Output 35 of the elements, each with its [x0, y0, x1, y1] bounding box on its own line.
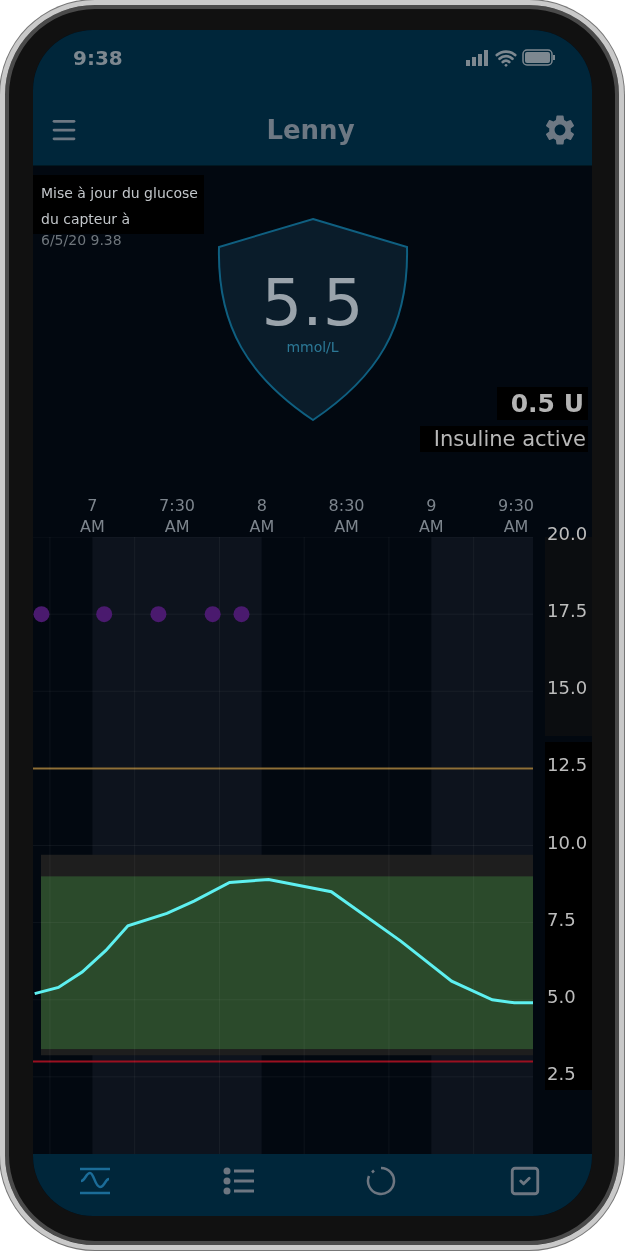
glucose-axis-label: 20.0	[547, 522, 588, 544]
insulin-label: Insuline active	[419, 426, 588, 452]
glucose-axis-label: 12.5	[547, 753, 588, 775]
event-dot	[96, 606, 113, 623]
glucose-axis-label: 15.0	[547, 676, 588, 698]
glucose-axis-label: 5.0	[547, 985, 576, 1007]
event-dot	[33, 606, 50, 623]
sensor-update-text: Mise à jour du glucose du capteur à	[33, 175, 204, 234]
patient-name: Lenny	[266, 115, 355, 145]
time-label: 8:30 AM	[328, 495, 365, 537]
time-label: 9:30 AM	[498, 495, 534, 537]
nav-tab[interactable]	[222, 1167, 255, 1195]
glucose-axis-label: 7.5	[547, 908, 576, 930]
time-label: 7 AM	[79, 495, 105, 537]
clock: 9:38	[73, 45, 123, 70]
loading-circle-icon	[366, 1166, 397, 1196]
event-dot	[150, 606, 167, 623]
signal-icon	[466, 49, 490, 66]
nav-tab[interactable]	[79, 1167, 111, 1195]
glucose-axis-label: 10.0	[547, 831, 588, 852]
nav-tab[interactable]	[366, 1166, 397, 1196]
list-icon	[222, 1167, 255, 1195]
glucose-unit: mmol/L	[286, 339, 339, 355]
update-timestamp: 6/5/20 9.38	[40, 232, 122, 248]
time-label: 8 AM	[249, 495, 275, 537]
insulin-amount: 0.5 U	[496, 387, 588, 420]
battery-icon	[522, 49, 556, 66]
time-label: 9 AM	[418, 495, 444, 537]
glucose-axis-label: 17.5	[547, 599, 588, 621]
event-dot	[233, 606, 250, 623]
glucose-axis-label: 2.5	[547, 1062, 576, 1084]
event-dot	[204, 606, 221, 623]
time-label: 7:30 AM	[159, 495, 196, 537]
trend-icon	[79, 1167, 111, 1195]
glucose-value: 5.5	[261, 267, 364, 339]
